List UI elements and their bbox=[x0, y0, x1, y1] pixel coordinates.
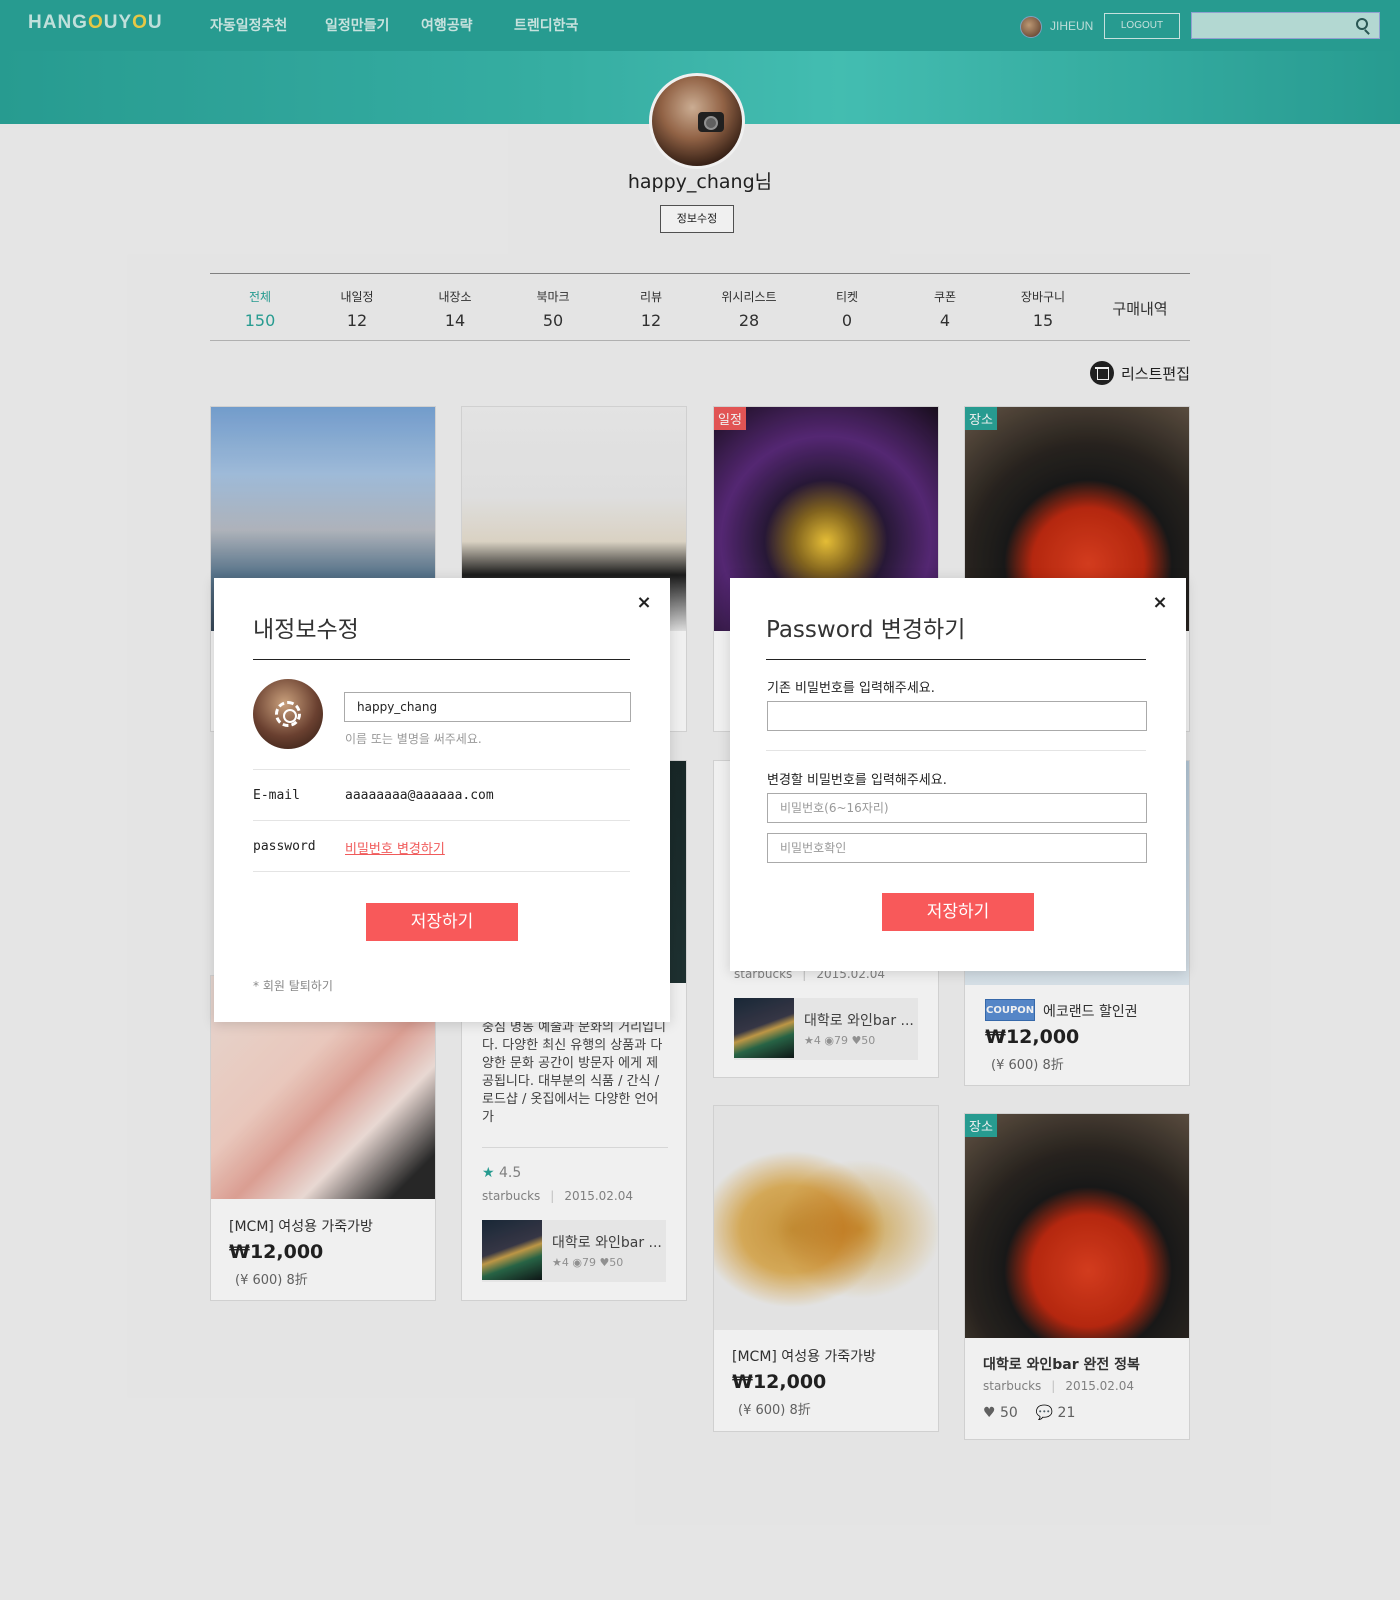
divider bbox=[766, 659, 1146, 660]
new-password-label: 변경할 비밀번호를 입력해주세요. bbox=[767, 773, 947, 788]
profile-edit-modal: 내정보수정 × 이름 또는 별명을 써주세요. E-mail aaaaaaaa@… bbox=[214, 578, 670, 1022]
new-password-input[interactable] bbox=[767, 793, 1147, 823]
divider bbox=[253, 769, 630, 770]
current-password-input[interactable] bbox=[767, 701, 1147, 731]
close-icon[interactable]: × bbox=[1151, 594, 1169, 612]
save-button[interactable]: 저장하기 bbox=[882, 893, 1034, 931]
gear-icon bbox=[275, 701, 301, 727]
withdraw-link[interactable]: * 회원 탈퇴하기 bbox=[253, 977, 333, 994]
save-button[interactable]: 저장하기 bbox=[366, 903, 518, 941]
name-helper: 이름 또는 별명을 써주세요. bbox=[345, 732, 482, 746]
divider bbox=[253, 871, 630, 872]
password-label: password bbox=[253, 839, 316, 854]
modal-overlay bbox=[0, 0, 1400, 1600]
close-icon[interactable]: × bbox=[635, 594, 653, 612]
password-change-modal: Password 변경하기 × 기존 비밀번호를 입력해주세요. 변경할 비밀번… bbox=[730, 578, 1186, 971]
modal-title: Password 변경하기 bbox=[766, 617, 966, 643]
change-password-link[interactable]: 비밀번호 변경하기 bbox=[345, 838, 445, 857]
divider bbox=[253, 659, 630, 660]
avatar-upload[interactable] bbox=[253, 679, 323, 749]
current-password-label: 기존 비밀번호를 입력해주세요. bbox=[767, 681, 935, 696]
modal-title: 내정보수정 bbox=[253, 617, 359, 643]
divider bbox=[253, 820, 630, 821]
email-value: aaaaaaaa@aaaaaa.com bbox=[345, 788, 494, 803]
divider bbox=[766, 750, 1146, 751]
name-input[interactable] bbox=[344, 692, 631, 722]
email-label: E-mail bbox=[253, 788, 300, 803]
confirm-password-input[interactable] bbox=[767, 833, 1147, 863]
